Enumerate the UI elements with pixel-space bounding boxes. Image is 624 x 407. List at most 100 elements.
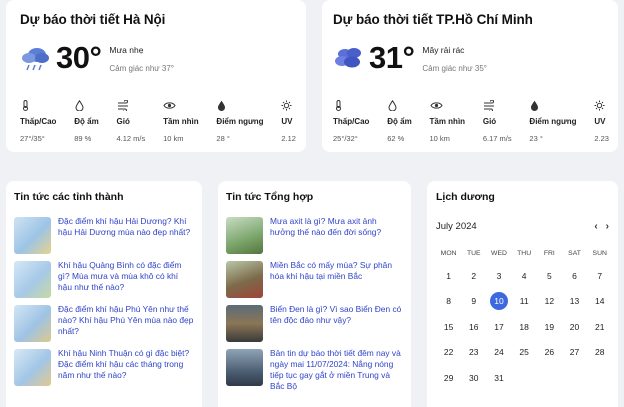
calendar-day[interactable]: 17 xyxy=(486,317,511,342)
calendar-day[interactable]: 3 xyxy=(486,266,511,291)
calendar-day-number[interactable]: 20 xyxy=(566,318,584,336)
wind-icon xyxy=(483,100,494,111)
calendar-day[interactable]: 9 xyxy=(461,291,486,316)
news-link[interactable]: Biển Đen là gì? Vì sao Biển Đen có tên đ… xyxy=(270,304,403,326)
eye-icon xyxy=(163,102,176,109)
calendar-day[interactable]: 21 xyxy=(587,317,612,342)
calendar-day[interactable]: 4 xyxy=(512,266,537,291)
calendar-grid: MON TUE WED THU FRI SAT SUN 1 2 3 4 5 6 7 8 9 10 11 12 13 14… xyxy=(436,246,609,393)
calendar-day[interactable]: 23 xyxy=(461,342,486,367)
news-thumbnail[interactable] xyxy=(14,305,51,342)
calendar-day-number[interactable]: 11 xyxy=(515,292,533,310)
news-thumbnail[interactable] xyxy=(226,217,263,254)
news-item[interactable]: Mưa axit là gì? Mưa axit ảnh hưởng thế n… xyxy=(226,216,403,261)
news-item[interactable]: Đặc điểm khí hậu Hải Dương? Khí hậu Hải … xyxy=(14,216,194,261)
calendar-day-number[interactable]: 12 xyxy=(540,292,558,310)
news-link[interactable]: Mưa axit là gì? Mưa axit ảnh hưởng thế n… xyxy=(270,216,403,238)
calendar-day-number[interactable]: 14 xyxy=(591,292,609,310)
calendar-day[interactable]: 11 xyxy=(512,291,537,316)
news-item[interactable]: Đặc điểm khí hậu Phú Yên như thế nào? Kh… xyxy=(14,304,194,349)
calendar-day-number[interactable]: 28 xyxy=(591,343,609,361)
calendar-day-number[interactable]: 5 xyxy=(540,267,558,285)
calendar-day[interactable]: 16 xyxy=(461,317,486,342)
calendar-day-number[interactable]: 9 xyxy=(465,292,483,310)
calendar-day[interactable]: 22 xyxy=(436,342,461,367)
calendar-day[interactable]: 19 xyxy=(537,317,562,342)
chevron-left-icon[interactable]: ‹ xyxy=(594,221,597,232)
calendar-day-number[interactable]: 4 xyxy=(515,267,533,285)
news-provinces-card: Tin tức các tỉnh thành Đặc điểm khí hậu … xyxy=(6,181,202,407)
calendar-day[interactable]: 18 xyxy=(512,317,537,342)
calendar-day-number[interactable]: 6 xyxy=(566,267,584,285)
calendar-day-number[interactable]: 15 xyxy=(440,318,458,336)
calendar-day-number[interactable]: 27 xyxy=(566,343,584,361)
news-general-card: Tin tức Tổng hợp Mưa axit là gì? Mưa axi… xyxy=(218,181,411,407)
calendar-day[interactable]: 2 xyxy=(461,266,486,291)
news-thumbnail[interactable] xyxy=(226,305,263,342)
calendar-day-number[interactable]: 13 xyxy=(566,292,584,310)
calendar-day-number[interactable]: 3 xyxy=(490,267,508,285)
news-item[interactable]: Bản tin dự báo thời tiết đêm nay và ngày… xyxy=(226,348,403,393)
news-link[interactable]: Khí hậu Ninh Thuận có gì đặc biệt? Đặc đ… xyxy=(58,348,194,381)
calendar-day-number[interactable]: 10 xyxy=(489,292,508,311)
calendar-day[interactable]: 30 xyxy=(461,368,486,393)
calendar-day-number[interactable]: 18 xyxy=(515,318,533,336)
news-link[interactable]: Miền Bắc có mấy mùa? Sự phân hóa khí hậu… xyxy=(270,260,403,282)
calendar-day[interactable]: 8 xyxy=(436,291,461,316)
calendar-day-number[interactable]: 25 xyxy=(515,343,533,361)
temperature: 30° xyxy=(56,40,102,75)
calendar-day[interactable]: 26 xyxy=(537,342,562,367)
news-item[interactable]: Biển Đen là gì? Vì sao Biển Đen có tên đ… xyxy=(226,304,403,349)
news-link[interactable]: Đặc điểm khí hậu Phú Yên như thế nào? Kh… xyxy=(58,304,194,337)
calendar-day-number[interactable]: 22 xyxy=(440,343,458,361)
news-link[interactable]: Bản tin dự báo thời tiết đêm nay và ngày… xyxy=(270,348,403,392)
chevron-right-icon[interactable]: › xyxy=(606,221,609,232)
news-thumbnail[interactable] xyxy=(14,261,51,298)
calendar-day-number[interactable]: 7 xyxy=(591,267,609,285)
calendar-day-number[interactable]: 23 xyxy=(465,343,483,361)
calendar-day-number[interactable]: 29 xyxy=(440,369,458,387)
news-thumbnail[interactable] xyxy=(14,217,51,254)
calendar-day[interactable]: 28 xyxy=(587,342,612,367)
sun-icon xyxy=(281,100,292,111)
calendar-day[interactable]: 12 xyxy=(537,291,562,316)
calendar-empty-cell xyxy=(537,368,562,393)
calendar-day-number[interactable]: 16 xyxy=(465,318,483,336)
calendar-day-number[interactable]: 24 xyxy=(490,343,508,361)
calendar-day-number[interactable]: 2 xyxy=(465,267,483,285)
news-link[interactable]: Khí hậu Quảng Bình có đặc điểm gì? Mùa m… xyxy=(58,260,194,293)
news-thumbnail[interactable] xyxy=(226,261,263,298)
calendar-day-number[interactable]: 8 xyxy=(440,292,458,310)
news-link[interactable]: Đặc điểm khí hậu Hải Dương? Khí hậu Hải … xyxy=(58,216,194,238)
calendar-day[interactable]: 5 xyxy=(537,266,562,291)
calendar-day[interactable]: 29 xyxy=(436,368,461,393)
humidity-icon xyxy=(388,100,397,111)
calendar-day[interactable]: 7 xyxy=(587,266,612,291)
calendar-day[interactable]: 13 xyxy=(562,291,587,316)
calendar-day-number[interactable]: 1 xyxy=(440,267,458,285)
calendar-day-number[interactable]: 31 xyxy=(490,369,508,387)
calendar-day[interactable]: 31 xyxy=(486,368,511,393)
weather-metrics: Thấp/Cao 25°/32° Độ ẩm 62 % Tầm nhìn 10 … xyxy=(333,100,609,143)
metric-low-high: Thấp/Cao 25°/32° xyxy=(333,100,369,143)
news-thumbnail[interactable] xyxy=(14,349,51,386)
calendar-day[interactable]: 27 xyxy=(562,342,587,367)
news-thumbnail[interactable] xyxy=(226,349,263,386)
news-item[interactable]: Miền Bắc có mấy mùa? Sự phân hóa khí hậu… xyxy=(226,260,403,305)
calendar-day[interactable]: 15 xyxy=(436,317,461,342)
calendar-day-number[interactable]: 26 xyxy=(540,343,558,361)
calendar-day-number[interactable]: 30 xyxy=(465,369,483,387)
calendar-day-number[interactable]: 21 xyxy=(591,318,609,336)
calendar-day-number[interactable]: 17 xyxy=(490,318,508,336)
calendar-day[interactable]: 24 xyxy=(486,342,511,367)
news-item[interactable]: Khí hậu Quảng Bình có đặc điểm gì? Mùa m… xyxy=(14,260,194,305)
news-item[interactable]: Khí hậu Ninh Thuận có gì đặc biệt? Đặc đ… xyxy=(14,348,194,393)
calendar-day[interactable]: 1 xyxy=(436,266,461,291)
rain-cloud-icon xyxy=(22,48,49,71)
calendar-day[interactable]: 14 xyxy=(587,291,612,316)
calendar-day[interactable]: 20 xyxy=(562,317,587,342)
calendar-day[interactable]: 6 xyxy=(562,266,587,291)
calendar-day[interactable]: 10 xyxy=(486,291,511,316)
calendar-day[interactable]: 25 xyxy=(512,342,537,367)
calendar-day-number[interactable]: 19 xyxy=(540,318,558,336)
